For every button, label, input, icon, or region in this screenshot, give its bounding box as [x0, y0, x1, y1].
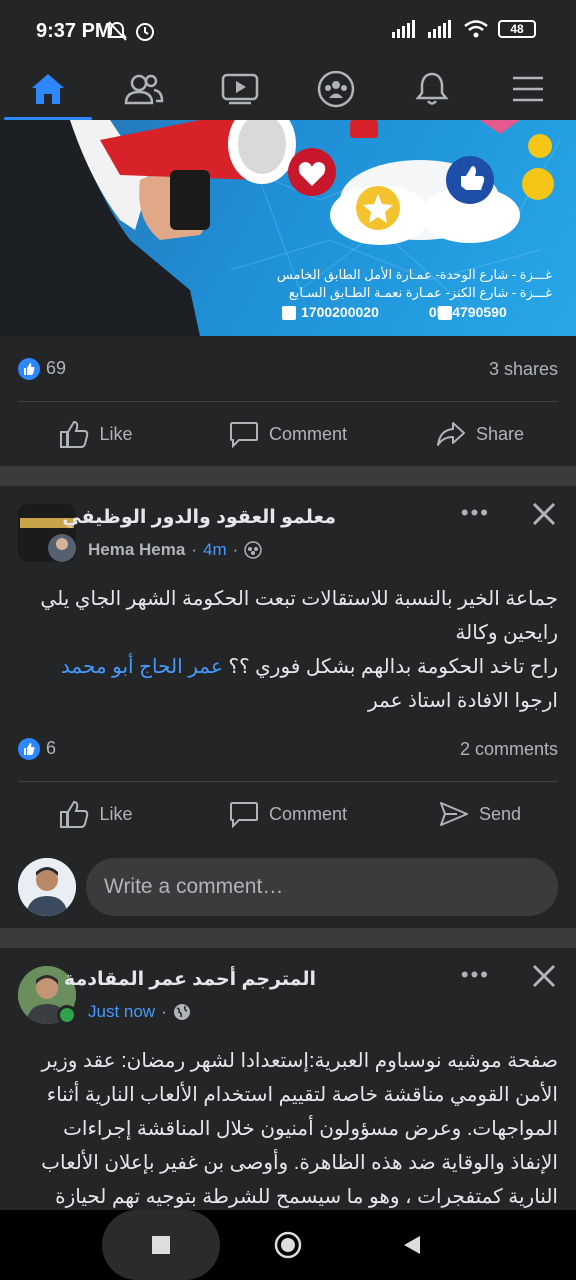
more-options-icon[interactable]: •••	[461, 962, 490, 988]
post2-meta: Hema Hema · 4m ·	[88, 540, 263, 560]
tab-groups[interactable]	[288, 58, 384, 120]
post3-meta: Just now ·	[88, 1002, 191, 1022]
group-privacy-icon	[244, 541, 263, 559]
tab-home[interactable]	[0, 58, 96, 120]
post2-mention[interactable]: عمر الحاج أبو محمد	[61, 656, 223, 678]
post-separator	[0, 466, 576, 486]
share-label: Share	[475, 423, 525, 444]
post2-actions: Like Comment Send	[0, 788, 576, 840]
post3-text-line1: صفحة موشيه نوسباوم العبرية:إستعدادا لشهر…	[41, 1050, 558, 1072]
post3-text-line4: الإنفاذ والوقاية ضد هذه الظاهرة. وأوصى ب…	[41, 1152, 558, 1174]
like-button[interactable]: Like	[0, 408, 192, 460]
battery-indicator: 48	[498, 20, 536, 38]
like-button[interactable]: Like	[0, 788, 192, 840]
share-icon	[436, 422, 465, 446]
post3-text: صفحة موشيه نوسباوم العبرية:إستعدادا لشهر…	[20, 1044, 558, 1214]
like-icon	[60, 800, 89, 828]
like-label: Like	[99, 803, 133, 824]
like-icon	[60, 420, 89, 448]
group-name[interactable]: معلمو العقود والدور الوظيفي	[62, 506, 336, 529]
post2-reactions[interactable]: 6	[18, 737, 57, 761]
close-icon[interactable]	[530, 500, 558, 528]
comment-icon	[229, 802, 258, 828]
recent-apps-icon[interactable]	[151, 1235, 171, 1255]
watch-icon	[221, 73, 259, 105]
post-image-banner[interactable]: غـــزة - شارع الوحدة- عمـارة الأمل الطاب…	[0, 120, 576, 336]
post3-time[interactable]: Just now	[88, 1002, 155, 1022]
post3-text-line5: النارية كمتفجرات ، وهو ما سيسمح للشرطة ب…	[55, 1186, 558, 1208]
post1-counts: 69 3 shares	[18, 354, 558, 384]
share-button[interactable]: Share	[384, 408, 576, 460]
wifi-icon	[464, 20, 488, 38]
status-time: 9:37 PM	[36, 20, 112, 42]
alarm-icon	[136, 23, 154, 41]
post1-like-count: 69	[46, 357, 67, 378]
post2-like-count: 6	[46, 737, 57, 758]
post2-header: معلمو العقود والدور الوظيفي Hema Hema · …	[0, 500, 576, 564]
comment-icon	[229, 422, 258, 448]
comment-button[interactable]: Comment	[192, 788, 384, 840]
divider	[18, 781, 558, 782]
post2-text-line3: راح تاخد الحكومة بدالهم بشكل فوري ؟؟	[222, 656, 558, 678]
post2-counts: 6 2 comments	[18, 734, 558, 764]
mute-icon	[107, 21, 127, 41]
send-button[interactable]: Send	[384, 788, 576, 840]
comment-label: Comment	[268, 423, 348, 444]
home-button-icon[interactable]	[274, 1231, 302, 1259]
post3-text-line2: الأمن القومي مناقشة خاصة لتقييم استخدام …	[46, 1084, 558, 1106]
post2-text: جماعة الخير بالنسبة للاستقالات تبعت الحك…	[20, 582, 558, 718]
back-icon[interactable]	[402, 1235, 422, 1255]
banner-address-line2: غـــزة - شارع الكنز- عمـارة نعمـة الطـاب…	[288, 285, 552, 300]
signal-icon-2	[428, 20, 451, 38]
post2-sub-author[interactable]: Hema Hema	[88, 540, 185, 560]
friends-icon	[124, 74, 164, 105]
post2-text-line4: ارجوا الافادة استاذ عمر	[367, 690, 558, 712]
comment-input[interactable]: Write a comment…	[86, 858, 558, 916]
like-reaction-icon	[18, 358, 40, 381]
signal-icon	[392, 20, 415, 38]
more-options-icon[interactable]: •••	[461, 500, 490, 526]
post3-author[interactable]: المترجم أحمد عمر المقادمة	[64, 968, 316, 991]
banner-phones: 1700200020 0594790590	[283, 304, 507, 320]
globe-icon	[173, 1004, 190, 1020]
system-navigation-bar	[0, 1210, 576, 1280]
post1-reactions[interactable]: 69	[18, 357, 67, 381]
banner-phone-2: 0594790590	[428, 304, 507, 320]
tab-friends[interactable]	[96, 58, 192, 120]
like-reaction-icon	[18, 738, 40, 761]
post-separator	[0, 928, 576, 948]
post3-text-line3: المواجهات. وعرض مسؤولون أمنيون خلال المن…	[63, 1118, 558, 1140]
user-avatar[interactable]	[18, 858, 76, 916]
status-bar: 9:37 PM 48	[0, 0, 576, 58]
post2-text-line2: رايحين وكالة	[455, 622, 558, 644]
menu-icon	[513, 76, 543, 102]
close-icon[interactable]	[530, 962, 558, 990]
divider	[18, 401, 558, 402]
comment-button[interactable]: Comment	[192, 408, 384, 460]
comment-label: Comment	[268, 803, 348, 824]
banner-address-line1: غـــزة - شارع الوحدة- عمـارة الأمل الطاب…	[276, 267, 552, 282]
post3-header: المترجم أحمد عمر المقادمة Just now · •••	[0, 962, 576, 1026]
tab-watch[interactable]	[192, 58, 288, 120]
online-status-dot	[57, 1005, 77, 1025]
top-nav	[0, 58, 576, 120]
post1-shares[interactable]: 3 shares	[489, 359, 558, 380]
post1-actions: Like Comment Share	[0, 408, 576, 460]
tab-notifications[interactable]	[384, 58, 480, 120]
groups-icon	[317, 70, 355, 108]
post2-comments[interactable]: 2 comments	[460, 739, 558, 760]
comment-composer: Write a comment…	[0, 856, 576, 920]
home-icon	[32, 74, 64, 104]
post2-time[interactable]: 4m	[203, 540, 227, 560]
banner-phone-1: 1700200020	[301, 304, 379, 320]
post2-text-line1: جماعة الخير بالنسبة للاستقالات تبعت الحك…	[40, 588, 558, 610]
send-icon	[439, 802, 468, 826]
banner-address: غـــزة - شارع الوحدة- عمـارة الأمل الطاب…	[277, 266, 552, 302]
send-label: Send	[478, 803, 522, 824]
tab-menu[interactable]	[480, 58, 576, 120]
like-label: Like	[99, 423, 133, 444]
notifications-icon	[415, 72, 449, 105]
